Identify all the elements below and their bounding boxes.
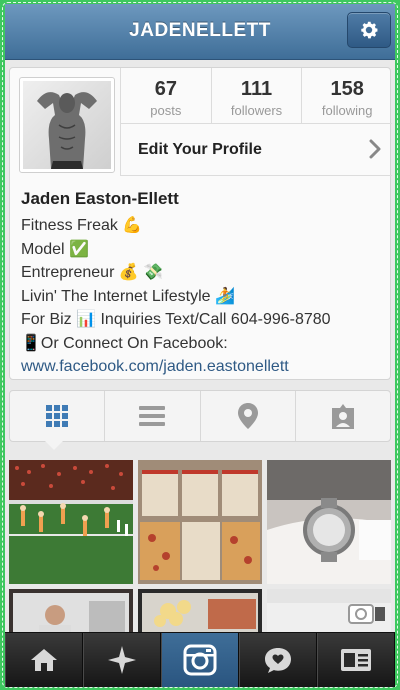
active-tab-pointer [45, 441, 63, 450]
tab-map-view[interactable] [201, 391, 296, 441]
following-label: following [321, 103, 373, 118]
profile-stats: 67 posts 111 followers 158 following [120, 68, 392, 124]
bottom-nav-bar [5, 632, 395, 687]
tab-grid-view[interactable] [10, 391, 106, 441]
profile-view-tabs [9, 390, 391, 442]
tab-tagged-view[interactable] [296, 391, 390, 441]
photo-thumbnail[interactable] [9, 460, 133, 584]
bio-line: Entrepreneur 💰 💸 [21, 264, 164, 281]
stat-posts[interactable]: 67 posts [121, 68, 212, 123]
bio-line: 📱Or Connect On Facebook: [21, 334, 228, 352]
nav-home[interactable] [5, 633, 83, 687]
chevron-right-icon [369, 139, 381, 159]
avatar[interactable] [19, 77, 115, 173]
heart-bubble-icon [265, 648, 291, 673]
posts-label: posts [150, 103, 182, 118]
nav-explore[interactable] [83, 633, 161, 687]
photo-thumbnail[interactable] [138, 460, 262, 584]
profile-website-link[interactable]: www.facebook.com/jaden.eastonellett [21, 355, 387, 379]
camera-icon [183, 644, 217, 676]
profile-card: 67 posts 111 followers 158 following Edi… [9, 67, 392, 380]
stat-following[interactable]: 158 following [302, 68, 392, 123]
bio-line: Model ✅ [21, 240, 89, 258]
nav-news[interactable] [239, 633, 317, 687]
bio-line: Livin' The Internet Lifestyle 🏄 [21, 287, 235, 305]
grid-icon [46, 405, 69, 427]
profile-full-name: Jaden Easton-Ellett [21, 189, 179, 208]
top-bar: JADENELLETT [5, 4, 395, 60]
nav-camera[interactable] [161, 633, 239, 687]
location-pin-icon [237, 403, 258, 429]
gear-icon [361, 21, 378, 39]
photo-thumbnail[interactable] [267, 460, 391, 584]
list-icon [139, 406, 166, 426]
bio-line: For Biz 📊 Inquiries Text/Call 604-996-87… [21, 311, 331, 328]
posts-count: 67 [154, 78, 177, 100]
edit-profile-label: Edit Your Profile [138, 141, 262, 158]
bio-line: Fitness Freak 💪 [21, 217, 143, 234]
profile-username: JADENELLETT [129, 20, 271, 41]
tab-list-view[interactable] [105, 391, 201, 441]
profile-card-icon [341, 649, 371, 671]
followers-count: 111 [240, 78, 273, 100]
profile-bio: Jaden Easton-Ellett Fitness Freak 💪 Mode… [21, 189, 387, 379]
tagged-person-icon [331, 404, 354, 429]
edit-profile-button[interactable]: Edit Your Profile [120, 124, 392, 176]
stat-followers[interactable]: 111 followers [212, 68, 303, 123]
following-count: 158 [330, 78, 364, 100]
home-icon [31, 649, 57, 671]
settings-button[interactable] [347, 12, 391, 48]
avatar-photo [23, 81, 111, 169]
nav-profile[interactable] [317, 633, 395, 687]
explore-star-icon [108, 646, 136, 674]
followers-label: followers [230, 103, 283, 118]
app-screen: JADENELLETT 67 posts 111 followers 158 f… [5, 4, 395, 687]
